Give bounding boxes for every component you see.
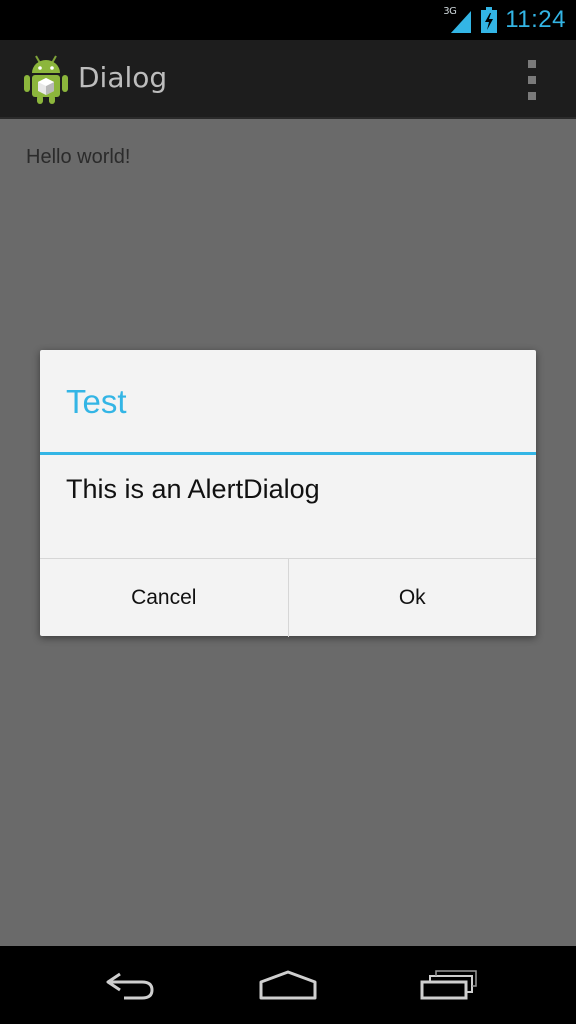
cancel-button[interactable]: Cancel bbox=[40, 559, 288, 637]
clock: 11:24 bbox=[505, 6, 566, 33]
signal-icon: 3G bbox=[443, 5, 473, 35]
network-type-label: 3G bbox=[443, 6, 457, 17]
back-icon[interactable] bbox=[88, 964, 168, 1008]
alert-dialog: Test This is an AlertDialog Cancel Ok bbox=[40, 350, 536, 637]
hello-text: Hello world! bbox=[26, 146, 131, 168]
overflow-menu-icon[interactable] bbox=[526, 60, 538, 100]
battery-charging-icon bbox=[481, 7, 498, 33]
status-icons: 3G 11:24 bbox=[443, 0, 566, 40]
home-icon[interactable] bbox=[248, 964, 328, 1008]
dialog-button-bar: Cancel Ok bbox=[40, 558, 536, 637]
action-bar-title: Dialog bbox=[78, 61, 168, 94]
ok-button[interactable]: Ok bbox=[289, 559, 537, 637]
overflow-dot bbox=[528, 60, 536, 68]
android-robot-icon[interactable] bbox=[22, 53, 70, 105]
status-bar: 3G 11:24 bbox=[0, 0, 576, 40]
dialog-message: This is an AlertDialog bbox=[66, 474, 320, 504]
navigation-bar bbox=[0, 946, 576, 1024]
dialog-title-divider bbox=[40, 452, 536, 455]
action-bar: Dialog bbox=[0, 40, 576, 119]
recent-apps-icon[interactable] bbox=[408, 964, 488, 1008]
overflow-dot bbox=[528, 92, 536, 100]
dialog-title: Test bbox=[66, 383, 127, 420]
overflow-dot bbox=[528, 76, 536, 84]
